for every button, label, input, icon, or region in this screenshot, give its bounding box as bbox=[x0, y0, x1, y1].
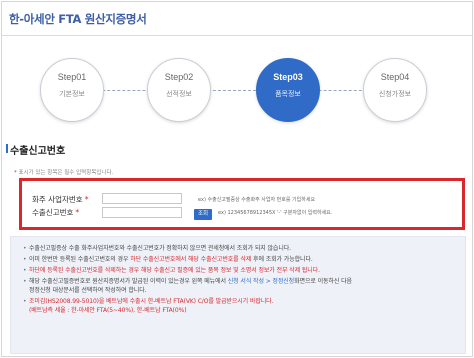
step-label: 기본정보 bbox=[59, 90, 85, 98]
notice-item-warning: 하단에 등록된 수출신고번호를 삭제하는 경우 해당 수출신고 필증에 있는 품… bbox=[23, 266, 457, 275]
exporter-number-label: 화주 사업자번호 * bbox=[32, 195, 89, 204]
required-mark: * bbox=[84, 195, 89, 204]
notice-item: 이미 한번만 등록된 수출신고번호의 경우 하단 수출신고번호에서 해당 수출신… bbox=[23, 255, 457, 264]
notice-item-warning: 조미김(HS2008.99-5010)을 베트남에 수출시 한-베트남 FTA(… bbox=[23, 297, 457, 315]
search-button[interactable]: 조회 bbox=[194, 209, 212, 220]
notice-box: 수출신고필증상 수출 화주사업자번호와 수출신고번호가 정확하지 않으면 관세청… bbox=[10, 236, 466, 354]
step-2[interactable]: Step02 선적정보 bbox=[147, 58, 211, 122]
notice-item: 해당 수출신고필증번호로 원산지증명서가 발급된 이력이 있는경우 왼쪽 메뉴에… bbox=[23, 277, 457, 295]
exporter-number-hint: ex) 수출신고필증상 수출화주 사업자 번호를 기입하세요 bbox=[198, 197, 316, 203]
step-number: Step04 bbox=[380, 72, 410, 82]
declaration-number-label: 수출신고번호 * bbox=[32, 208, 80, 217]
step-indicator: Step01 기본정보 Step02 선적정보 Step03 품목정보 Step… bbox=[2, 48, 472, 134]
required-mark: * bbox=[75, 208, 80, 217]
step-number: Step02 bbox=[164, 72, 194, 82]
page-header: 한-아세안 FTA 원산지증명서 bbox=[2, 2, 472, 36]
notice-item: 수출신고필증상 수출 화주사업자번호와 수출신고번호가 정확하지 않으면 관세청… bbox=[23, 244, 457, 253]
page-title: 한-아세안 FTA 원산지증명서 bbox=[9, 12, 147, 26]
declaration-number-hint: ex) 12345678912345X '-' 구분자없이 입력하세요. bbox=[218, 210, 333, 216]
step-number: Step01 bbox=[57, 72, 87, 82]
step-3[interactable]: Step03 품목정보 bbox=[256, 58, 320, 122]
step-connector bbox=[72, 90, 402, 91]
step-1[interactable]: Step01 기본정보 bbox=[40, 58, 104, 122]
required-legend-text: 표시가 있는 항목은 필수 입력항목입니다. bbox=[18, 170, 114, 176]
declaration-form: 화주 사업자번호 * 수출신고번호 * ex) 수출신고필증상 수출화주 사업자 번… bbox=[19, 178, 465, 230]
step-label: 선적정보 bbox=[166, 90, 192, 98]
required-legend: * 표시가 있는 항목은 필수 입력항목입니다. bbox=[14, 168, 113, 176]
section-title: 수출신고번호 bbox=[5, 142, 65, 157]
step-label: 품목정보 bbox=[275, 90, 301, 98]
correction-link[interactable]: 신청 서식 작성 > 정정신청 bbox=[228, 278, 294, 285]
window: 한-아세안 FTA 원산지증명서 Step01 기본정보 Step02 선적정보… bbox=[1, 1, 473, 357]
declaration-number-input[interactable] bbox=[102, 207, 182, 218]
step-number: Step03 bbox=[273, 72, 303, 82]
exporter-number-input[interactable] bbox=[102, 193, 182, 204]
step-4[interactable]: Step04 신청가정보 bbox=[363, 58, 427, 122]
step-label: 신청가정보 bbox=[378, 90, 412, 98]
required-star: * bbox=[14, 170, 17, 176]
